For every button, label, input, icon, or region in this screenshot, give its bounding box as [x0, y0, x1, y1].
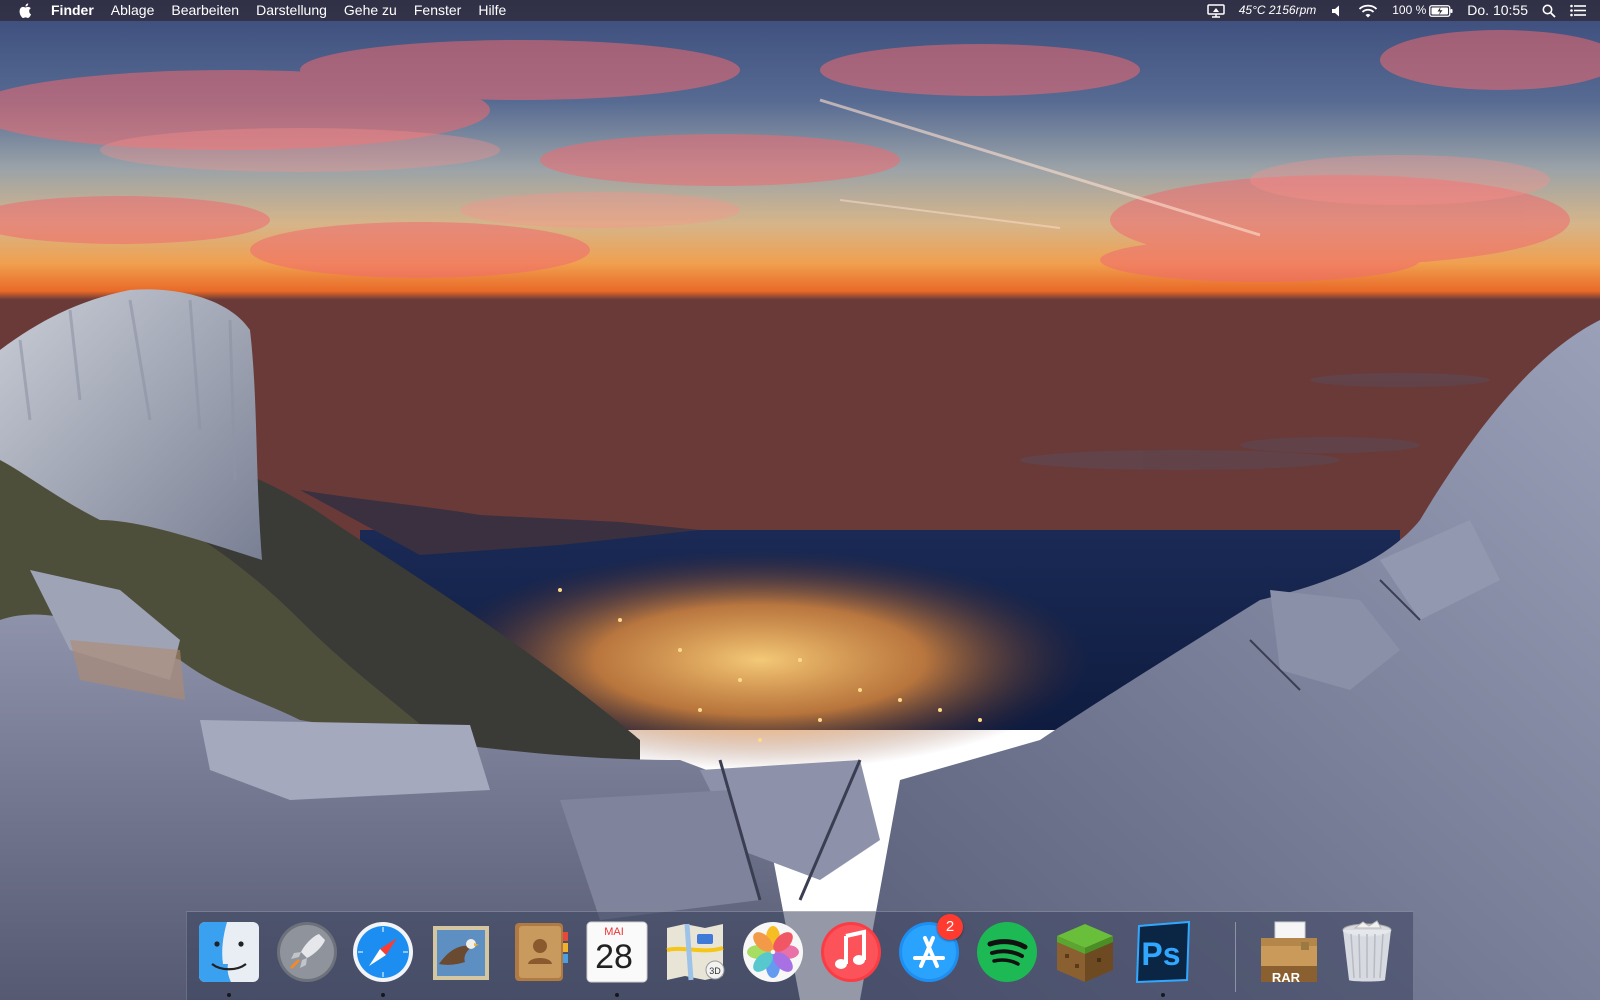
clock[interactable]: Do. 10:55	[1467, 0, 1528, 21]
running-indicator	[615, 993, 619, 997]
photoshop-label: Ps	[1141, 936, 1181, 972]
dock-item-minecraft[interactable]	[1051, 920, 1119, 992]
photos-icon	[743, 922, 803, 982]
spotify-icon	[977, 922, 1037, 982]
dock-item-contacts[interactable]	[505, 920, 573, 992]
menu-gehe-zu[interactable]: Gehe zu	[344, 0, 397, 21]
dock-item-launchpad[interactable]	[273, 920, 341, 992]
dock-item-photoshop[interactable]: Ps	[1129, 920, 1197, 997]
wifi-icon[interactable]	[1358, 4, 1378, 18]
calendar-day: 28	[595, 938, 633, 976]
menu-app-finder[interactable]: Finder	[51, 0, 94, 21]
itunes-icon	[821, 922, 881, 982]
dock-item-app-store[interactable]: 2	[895, 914, 963, 992]
dock-separator	[1235, 922, 1236, 992]
maps-icon: 3D	[666, 923, 725, 981]
svg-text:3D: 3D	[709, 966, 721, 976]
dock-item-rar-archive[interactable]: RAR	[1255, 920, 1323, 992]
dock-item-safari[interactable]	[349, 920, 417, 997]
battery-percentage: 100 %	[1392, 3, 1427, 17]
finder-icon	[199, 922, 259, 982]
menu-hilfe[interactable]: Hilfe	[478, 0, 506, 21]
dock: MAI 28 3D 2 Ps RAR	[186, 911, 1414, 1000]
rar-label: RAR	[1271, 970, 1301, 985]
trash-icon	[1342, 920, 1392, 982]
menu-fenster[interactable]: Fenster	[414, 0, 461, 21]
spotlight-icon[interactable]	[1542, 4, 1556, 18]
launchpad-icon	[277, 922, 337, 982]
dock-item-photos[interactable]	[739, 920, 807, 992]
mail-icon	[433, 926, 489, 980]
dock-item-calendar[interactable]: MAI 28	[583, 920, 651, 997]
dock-item-mail[interactable]	[427, 920, 495, 992]
apple-icon[interactable]	[18, 2, 34, 20]
volume-icon[interactable]	[1330, 4, 1344, 18]
safari-icon	[353, 922, 413, 982]
dock-item-maps[interactable]: 3D	[661, 920, 729, 992]
notification-center-icon[interactable]	[1570, 4, 1586, 17]
menu-bearbeiten[interactable]: Bearbeiten	[171, 0, 239, 21]
running-indicator	[227, 993, 231, 997]
contacts-icon	[515, 923, 568, 981]
notification-badge: 2	[937, 914, 963, 940]
display-icon[interactable]	[1206, 3, 1225, 18]
minecraft-icon	[1057, 924, 1113, 982]
wallpaper-landscape-image	[0, 0, 1600, 1000]
running-indicator	[381, 993, 385, 997]
menu-bar: Finder Ablage Bearbeiten Darstellung Geh…	[0, 0, 1600, 21]
battery-icon	[1429, 4, 1453, 17]
temperature-fan-status[interactable]: 45°C 2156rpm	[1239, 0, 1317, 21]
menu-ablage[interactable]: Ablage	[111, 0, 155, 21]
menu-darstellung[interactable]: Darstellung	[256, 0, 327, 21]
running-indicator	[1161, 993, 1165, 997]
desktop-wallpaper[interactable]	[0, 0, 1600, 1000]
dock-item-finder[interactable]	[195, 920, 263, 997]
calendar-month: MAI	[604, 926, 624, 938]
dock-item-itunes[interactable]	[817, 920, 885, 992]
dock-item-spotify[interactable]	[973, 920, 1041, 992]
battery-status[interactable]: 100 %	[1392, 0, 1453, 21]
dock-item-trash[interactable]	[1333, 920, 1401, 992]
